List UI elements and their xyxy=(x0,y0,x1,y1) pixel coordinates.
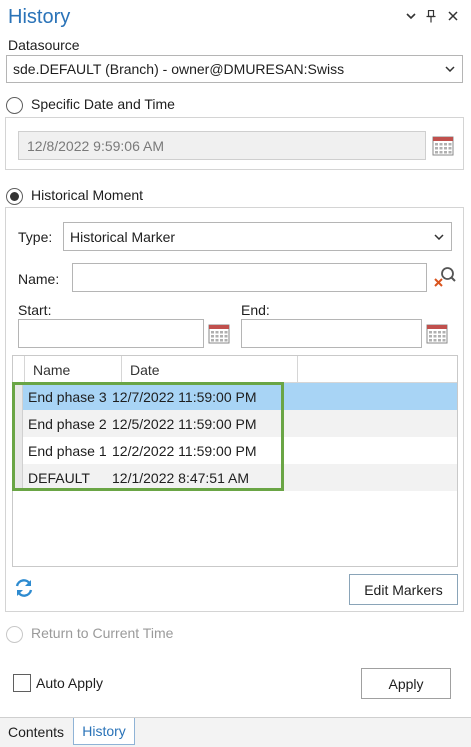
specific-date-radio[interactable] xyxy=(6,97,23,114)
close-button[interactable] xyxy=(444,6,462,26)
table-header: Name Date xyxy=(13,356,457,383)
pin-icon xyxy=(426,9,436,22)
end-label: End: xyxy=(241,302,270,318)
return-current-time-radio[interactable] xyxy=(6,626,23,643)
close-icon xyxy=(448,11,458,21)
calendar-icon xyxy=(208,324,230,344)
datasource-dropdown[interactable]: sde.DEFAULT (Branch) - owner@DMURESAN:Sw… xyxy=(6,55,463,83)
historical-moment-label: Historical Moment xyxy=(31,187,144,203)
specific-date-calendar-button[interactable] xyxy=(432,134,454,159)
pin-button[interactable] xyxy=(422,6,440,26)
type-label: Type: xyxy=(18,229,53,245)
highlight-frame xyxy=(12,382,284,491)
search-markers-button[interactable] xyxy=(433,265,457,292)
search-clear-icon xyxy=(434,267,456,287)
tab-contents[interactable]: Contents xyxy=(0,718,72,745)
start-date-input[interactable] xyxy=(18,319,204,348)
refresh-button[interactable] xyxy=(13,577,35,602)
chevron-down-icon xyxy=(406,12,416,19)
tab-history[interactable]: History xyxy=(73,718,135,745)
options-dropdown-button[interactable] xyxy=(402,6,420,26)
type-value: Historical Marker xyxy=(70,228,176,245)
name-label: Name: xyxy=(18,271,60,287)
calendar-icon xyxy=(432,136,454,156)
datasource-label: Datasource xyxy=(8,37,80,53)
row-selector-header xyxy=(13,356,25,383)
historical-moment-radio[interactable] xyxy=(6,188,23,205)
end-calendar-button[interactable] xyxy=(426,322,448,347)
pane-tab-bar: Contents History xyxy=(0,717,471,747)
column-header-name[interactable]: Name xyxy=(25,356,122,383)
name-input[interactable] xyxy=(72,263,427,292)
specific-date-label: Specific Date and Time xyxy=(31,96,175,112)
specific-date-input[interactable]: 12/8/2022 9:59:06 AM xyxy=(18,131,426,160)
datasource-value: sde.DEFAULT (Branch) - owner@DMURESAN:Sw… xyxy=(13,61,345,77)
refresh-icon xyxy=(15,579,33,597)
auto-apply-label: Auto Apply xyxy=(36,675,103,691)
edit-markers-button[interactable]: Edit Markers xyxy=(349,574,458,605)
return-current-time-label: Return to Current Time xyxy=(31,625,174,641)
end-date-input[interactable] xyxy=(241,319,422,348)
auto-apply-checkbox[interactable] xyxy=(13,674,31,692)
type-dropdown[interactable]: Historical Marker xyxy=(63,222,452,251)
start-label: Start: xyxy=(18,302,52,318)
apply-button[interactable]: Apply xyxy=(361,668,451,699)
chevron-down-icon xyxy=(433,231,445,243)
column-header-date[interactable]: Date xyxy=(122,356,298,383)
pane-title: History xyxy=(8,6,71,28)
chevron-down-icon xyxy=(444,63,456,75)
calendar-icon xyxy=(426,324,448,344)
start-calendar-button[interactable] xyxy=(208,322,230,347)
